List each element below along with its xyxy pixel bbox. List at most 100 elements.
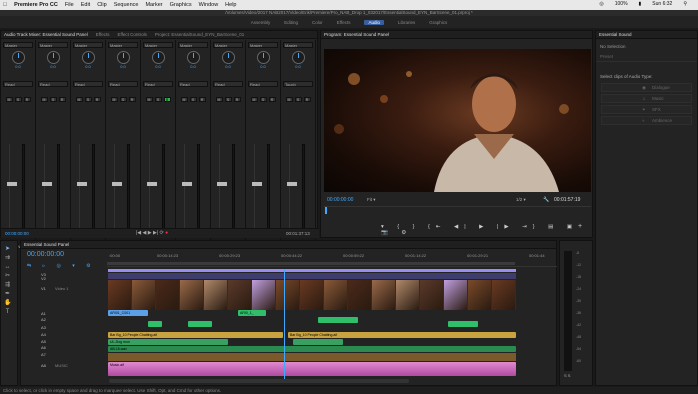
- output-select[interactable]: Master: [248, 42, 278, 48]
- meter-solo-buttons[interactable]: S S: [564, 373, 570, 378]
- video-thumbnail[interactable]: [396, 280, 419, 310]
- v1-clip-label[interactable]: ARI01_C001: [108, 310, 148, 316]
- volume-fader[interactable]: [217, 144, 227, 236]
- record-button[interactable]: R: [268, 97, 276, 102]
- razor-tool-icon[interactable]: ✂: [4, 273, 11, 279]
- mute-button[interactable]: M: [285, 97, 293, 102]
- audio-type-music-button[interactable]: ♫ Music: [601, 94, 692, 103]
- output-select[interactable]: Master: [108, 42, 138, 48]
- menu-clip[interactable]: Clip: [97, 2, 106, 8]
- slip-tool-icon[interactable]: ⇶: [4, 282, 11, 288]
- program-time-ruler[interactable]: [324, 206, 591, 214]
- menu-file[interactable]: File: [65, 2, 74, 8]
- workspace-assembly[interactable]: Assembly: [251, 20, 271, 25]
- menu-help[interactable]: Help: [225, 2, 236, 8]
- mute-button[interactable]: M: [75, 97, 83, 102]
- fader-knob[interactable]: [7, 182, 17, 186]
- volume-fader[interactable]: [287, 144, 297, 236]
- fader-knob[interactable]: [147, 182, 157, 186]
- output-select[interactable]: Master: [73, 42, 103, 48]
- workspace-editing[interactable]: Editing: [284, 20, 298, 25]
- track-label[interactable]: A2: [41, 317, 46, 322]
- mute-button[interactable]: M: [180, 97, 188, 102]
- record-button[interactable]: R: [93, 97, 101, 102]
- menu-edit[interactable]: Edit: [81, 2, 90, 8]
- solo-button[interactable]: S: [259, 97, 267, 102]
- timeline-timecode[interactable]: 00:00:00:00: [27, 251, 64, 258]
- fader-knob[interactable]: [217, 182, 227, 186]
- output-select[interactable]: Master: [143, 42, 173, 48]
- wifi-icon[interactable]: ◎: [599, 1, 603, 7]
- battery-icon[interactable]: ▮: [639, 1, 642, 7]
- workspace-effects[interactable]: Effects: [337, 20, 351, 25]
- menu-window[interactable]: Window: [199, 2, 219, 8]
- program-timecode[interactable]: 00:00:00:00: [327, 197, 353, 203]
- pen-tool-icon[interactable]: ✒: [4, 291, 11, 297]
- automation-mode-select[interactable]: Read: [3, 81, 33, 87]
- track-label[interactable]: A7: [41, 352, 46, 357]
- pan-knob[interactable]: [11, 51, 25, 64]
- pan-knob[interactable]: [116, 51, 130, 64]
- workspace-libraries[interactable]: Libraries: [398, 20, 415, 25]
- video-thumbnail[interactable]: [492, 280, 515, 310]
- program-transport-controls[interactable]: ▾ { } {⇤ ◀| ▶ |▶ ⇥} ▤ ▣ 📷 ⚙: [381, 224, 592, 236]
- video-thumbnail[interactable]: [372, 280, 395, 310]
- video-thumbnail[interactable]: [300, 280, 323, 310]
- output-select[interactable]: Master: [283, 42, 313, 48]
- track-label[interactable]: V2: [41, 276, 46, 281]
- automation-mode-select[interactable]: Read: [248, 81, 278, 87]
- solo-button[interactable]: S: [294, 97, 302, 102]
- volume-fader[interactable]: [7, 144, 17, 236]
- mute-button[interactable]: M: [215, 97, 223, 102]
- solo-button[interactable]: S: [224, 97, 232, 102]
- a5-clip[interactable]: AB-16.wav: [108, 346, 516, 352]
- automation-mode-select[interactable]: Touch: [283, 81, 313, 87]
- automation-mode-select[interactable]: Read: [73, 81, 103, 87]
- a2-clip-1[interactable]: [148, 321, 162, 327]
- track-label[interactable]: A8: [41, 363, 46, 368]
- track-label[interactable]: A5: [41, 339, 46, 344]
- video-thumbnail[interactable]: [132, 280, 155, 310]
- a4-clip-2[interactable]: [293, 339, 343, 345]
- search-icon[interactable]: ⚲: [683, 1, 687, 7]
- tab-essential-sound[interactable]: Essential Sound: [599, 32, 632, 37]
- a3-clip-2[interactable]: Bar Bg_10 People Chatting.aif: [288, 332, 516, 338]
- tab-project[interactable]: Project: EssentialSound_EYN_BarScene_01: [155, 32, 244, 37]
- video-thumbnail[interactable]: [276, 280, 299, 310]
- fader-knob[interactable]: [112, 182, 122, 186]
- menu-sequence[interactable]: Sequence: [114, 2, 139, 8]
- mute-button[interactable]: M: [145, 97, 153, 102]
- pan-knob[interactable]: [151, 51, 165, 64]
- wrench-icon[interactable]: 🔧: [543, 197, 549, 203]
- video-thumbnail[interactable]: [444, 280, 467, 310]
- playback-resolution-dropdown[interactable]: 1/2 ▾: [516, 197, 526, 203]
- track-label[interactable]: A4: [41, 332, 46, 337]
- video-thumbnail[interactable]: [348, 280, 371, 310]
- v1-clips[interactable]: [108, 280, 516, 310]
- timeline-ruler[interactable]: :00:00 00:00:14:23 00:00:29:23 00:00:44:…: [107, 249, 557, 267]
- tab-effects[interactable]: Effects: [96, 32, 110, 37]
- hand-tool-icon[interactable]: ✋: [4, 300, 11, 306]
- workspace-graphics[interactable]: Graphics: [429, 20, 447, 25]
- timeline-scrollbar[interactable]: [109, 379, 409, 383]
- solo-button[interactable]: S: [189, 97, 197, 102]
- video-thumbnail[interactable]: [108, 280, 131, 310]
- output-select[interactable]: Master: [213, 42, 243, 48]
- video-thumbnail[interactable]: [180, 280, 203, 310]
- video-thumbnail[interactable]: [468, 280, 491, 310]
- tab-effect-controls[interactable]: Effect Controls: [117, 32, 146, 37]
- output-select[interactable]: Master: [3, 42, 33, 48]
- volume-fader[interactable]: [77, 144, 87, 236]
- playhead[interactable]: [284, 269, 285, 381]
- a2-clip-4[interactable]: [448, 321, 478, 327]
- video-thumbnail[interactable]: [420, 280, 443, 310]
- audio-type-sfx-button[interactable]: ✶ SFX: [601, 105, 692, 114]
- track-label[interactable]: A3: [41, 325, 46, 330]
- type-tool-icon[interactable]: T: [4, 309, 11, 315]
- fit-dropdown[interactable]: Fit ▾: [367, 197, 376, 203]
- mixer-transport-buttons[interactable]: |◀ ◀ ▶ ▶| ⟳ ●: [136, 230, 168, 236]
- video-thumbnail[interactable]: [252, 280, 275, 310]
- a2-clip-2[interactable]: [188, 321, 212, 327]
- workspace-audio[interactable]: Audio: [364, 19, 384, 25]
- a1-clip[interactable]: ARI0_1_: [238, 310, 266, 316]
